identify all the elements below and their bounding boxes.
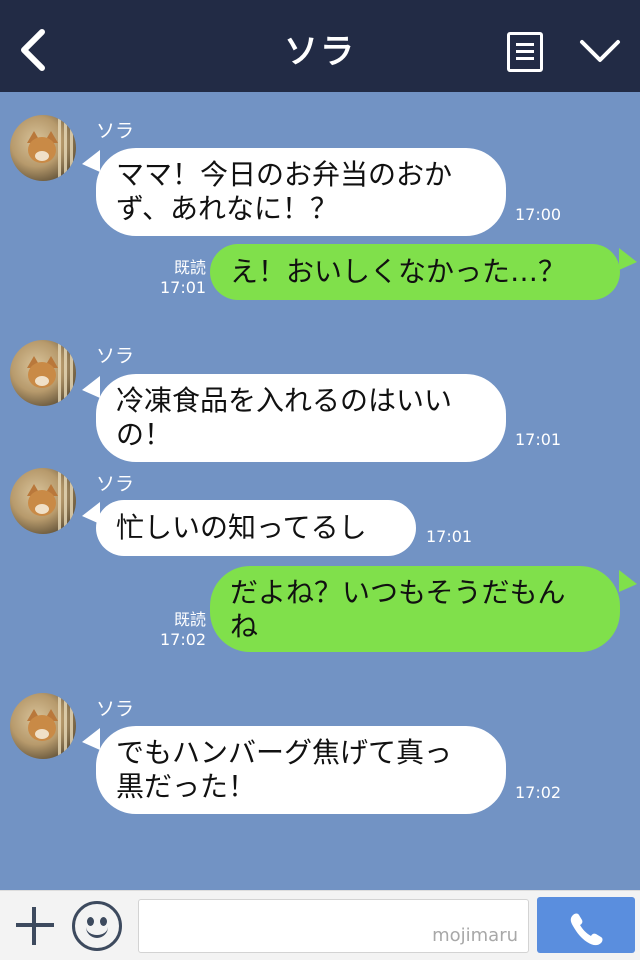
message-bubble-incoming[interactable]: 忙しいの知ってるし — [96, 500, 416, 556]
composer-bar: mojimaru — [0, 890, 640, 960]
avatar[interactable] — [10, 340, 76, 406]
menu-list-icon[interactable] — [507, 32, 543, 72]
header-bar: ソラ — [0, 0, 640, 92]
avatar[interactable] — [10, 115, 76, 181]
message-bubble-outgoing[interactable]: だよね？いつもそうだもん ね — [210, 566, 620, 652]
smiley-icon[interactable] — [72, 901, 122, 951]
watermark-text: mojimaru — [432, 925, 518, 946]
message-text: だよね？いつもそうだもん ね — [230, 576, 566, 643]
message-text: 忙しいの知ってるし — [116, 511, 367, 544]
read-receipt: 既読 17:01 — [160, 258, 206, 298]
sender-name: ソラ — [96, 345, 135, 367]
message-time: 17:02 — [160, 630, 207, 649]
read-receipt: 既読 17:02 — [160, 610, 206, 650]
call-button[interactable] — [537, 897, 635, 953]
message-bubble-incoming[interactable]: でもハンバーグ焦げて真っ 黒だった！ — [96, 726, 506, 814]
message-time: 17:02 — [515, 783, 562, 802]
message-input[interactable]: mojimaru — [138, 899, 529, 953]
message-bubble-incoming[interactable]: 冷凍食品を入れるのはいい の！ — [96, 374, 506, 462]
avatar[interactable] — [10, 468, 76, 534]
sender-name: ソラ — [96, 473, 135, 495]
message-bubble-outgoing[interactable]: え！おいしくなかった…？ — [210, 244, 620, 300]
message-time: 17:01 — [160, 278, 207, 297]
message-text: ママ！今日のお弁当のおか ず、あれなに！？ — [116, 158, 453, 225]
bubble-tail — [619, 248, 637, 270]
message-text: でもハンバーグ焦げて真っ 黒だった！ — [116, 736, 453, 803]
sender-name: ソラ — [96, 698, 135, 720]
message-time: 17:01 — [515, 430, 562, 449]
read-label: 既読 — [173, 258, 206, 277]
read-label: 既読 — [173, 610, 206, 629]
plus-icon[interactable] — [12, 903, 58, 949]
message-text: え！おいしくなかった…？ — [230, 255, 567, 288]
sender-name: ソラ — [96, 120, 135, 142]
message-bubble-incoming[interactable]: ママ！今日のお弁当のおか ず、あれなに！？ — [96, 148, 506, 236]
chevron-down-icon[interactable] — [578, 36, 622, 66]
bubble-tail — [619, 570, 637, 592]
message-text: 冷凍食品を入れるのはいい の！ — [116, 384, 453, 451]
chat-title: ソラ — [284, 32, 356, 72]
bubble-tail — [82, 728, 100, 750]
phone-icon — [570, 913, 603, 946]
message-time: 17:00 — [515, 205, 562, 224]
message-time: 17:01 — [426, 527, 473, 546]
bubble-tail — [82, 150, 100, 172]
chat-area[interactable]: ソラ ママ！今日のお弁当のおか ず、あれなに！？ 17:00 既読 17:01 … — [0, 92, 640, 890]
bubble-tail — [82, 376, 100, 398]
avatar[interactable] — [10, 693, 76, 759]
